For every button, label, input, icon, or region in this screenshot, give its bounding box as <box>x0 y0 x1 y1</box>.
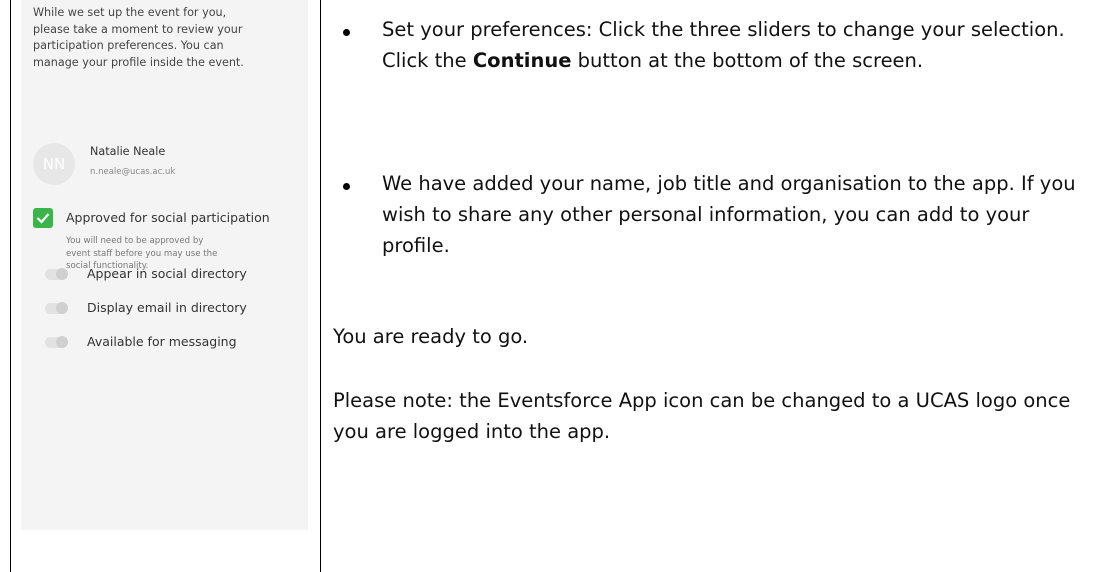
toggle-knob <box>56 336 68 348</box>
user-name: Natalie Neale <box>90 145 166 158</box>
note-text: Please note: the Eventsforce App icon ca… <box>333 389 1071 443</box>
toggle-switch[interactable] <box>45 302 68 314</box>
checkmark-icon <box>36 213 50 224</box>
user-profile: NN Natalie Neale n.neale@ucas.ac.uk <box>33 143 303 193</box>
toggle-switch[interactable] <box>45 336 68 348</box>
toggle-switch[interactable] <box>45 268 68 280</box>
bullet-dot <box>343 29 350 36</box>
intro-text: While we set up the event for you, pleas… <box>33 6 244 69</box>
bullet-text: We have added your name, job title and o… <box>382 172 1076 257</box>
toggle-label: Appear in social directory <box>87 266 247 281</box>
continue-keyword: Continue <box>472 49 572 72</box>
document-table: While we set up the event for you, pleas… <box>0 0 1104 572</box>
approval-label: Approved for social participation <box>66 210 270 225</box>
table-left-border <box>10 0 11 572</box>
toggle-label: Available for messaging <box>87 334 237 349</box>
toggle-knob <box>56 268 68 280</box>
toggle-knob <box>56 302 68 314</box>
avatar: NN <box>33 143 75 185</box>
table-column-divider <box>320 0 321 572</box>
bullet1-after: button at the bottom of the screen. <box>571 49 924 72</box>
bullet-text: Set your preferences: Click the three sl… <box>382 14 1102 76</box>
app-preferences-screenshot: While we set up the event for you, pleas… <box>21 0 308 530</box>
toggle-row-messaging[interactable]: Available for messaging <box>33 332 303 354</box>
toggle-label: Display email in directory <box>87 300 247 315</box>
approval-checkbox[interactable] <box>33 208 53 228</box>
user-email: n.neale@ucas.ac.uk <box>90 167 176 177</box>
ready-text: You are ready to go. <box>333 325 529 348</box>
toggle-row-social-directory[interactable]: Appear in social directory <box>33 264 303 286</box>
instructions-cell: Set your preferences: Click the three sl… <box>331 0 1096 572</box>
approval-row[interactable]: Approved for social participation <box>33 208 303 230</box>
toggle-row-display-email[interactable]: Display email in directory <box>33 298 303 320</box>
bullet-dot <box>343 183 350 190</box>
